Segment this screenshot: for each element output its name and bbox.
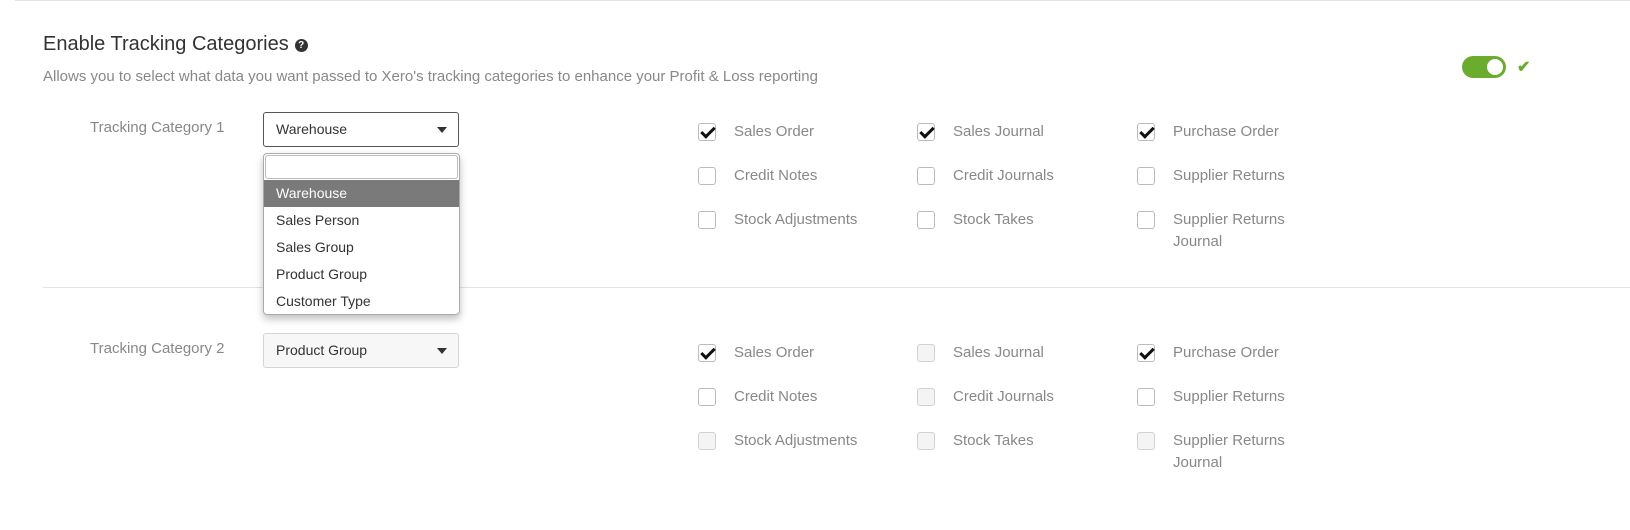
- checkbox-checked[interactable]: [917, 123, 935, 141]
- checkbox-label: Stock Adjustments: [734, 211, 858, 228]
- t1-purchase-order[interactable]: Purchase Order: [1137, 121, 1279, 143]
- checkbox[interactable]: [1137, 211, 1155, 229]
- t1-sales-journal[interactable]: Sales Journal: [917, 121, 1044, 143]
- t2-sales-journal[interactable]: Sales Journal: [917, 342, 1044, 364]
- top-divider: [15, 0, 1630, 1]
- checkbox[interactable]: [1137, 388, 1155, 406]
- t1-sales-order[interactable]: Sales Order: [698, 121, 814, 143]
- t1-stock-adjustments[interactable]: Stock Adjustments: [698, 209, 857, 231]
- checkbox-label: Supplier Returns Journal: [1173, 432, 1285, 471]
- checkbox-label: Sales Journal: [953, 123, 1044, 140]
- checkbox[interactable]: [698, 388, 716, 406]
- checkbox-disabled[interactable]: [1137, 432, 1155, 450]
- checkbox-disabled[interactable]: [917, 344, 935, 362]
- checkbox-disabled[interactable]: [917, 432, 935, 450]
- checkbox-label: Credit Journals: [953, 388, 1054, 405]
- t2-supplier-returns[interactable]: Supplier Returns: [1137, 386, 1285, 408]
- t1-credit-notes[interactable]: Credit Notes: [698, 165, 817, 187]
- t1-stock-takes[interactable]: Stock Takes: [917, 209, 1034, 231]
- dropdown-option-customer-type[interactable]: Customer Type: [264, 288, 459, 314]
- dropdown-search-input[interactable]: [265, 155, 458, 179]
- tracking-category-1-label: Tracking Category 1: [90, 119, 225, 136]
- checkbox-label: Sales Order: [734, 344, 815, 361]
- t2-credit-notes[interactable]: Credit Notes: [698, 386, 817, 408]
- tracking-category-2-label: Tracking Category 2: [90, 340, 225, 357]
- caret-down-icon: [437, 348, 447, 354]
- checkbox[interactable]: [698, 211, 716, 229]
- section-title-text: Enable Tracking Categories: [43, 33, 289, 55]
- checkbox[interactable]: [917, 167, 935, 185]
- dropdown-option-warehouse[interactable]: Warehouse: [264, 180, 459, 207]
- checkbox[interactable]: [698, 167, 716, 185]
- checkbox-disabled[interactable]: [917, 388, 935, 406]
- t2-stock-adjustments[interactable]: Stock Adjustments: [698, 430, 857, 452]
- tracking-category-1-value: Warehouse: [276, 121, 348, 137]
- tracking-category-1-select[interactable]: Warehouse: [263, 112, 459, 147]
- checkbox-checked[interactable]: [698, 344, 716, 362]
- checkbox[interactable]: [917, 211, 935, 229]
- t2-stock-takes[interactable]: Stock Takes: [917, 430, 1034, 452]
- checkbox-checked[interactable]: [698, 123, 716, 141]
- checkbox-label: Credit Notes: [734, 388, 818, 405]
- checkbox-label: Stock Adjustments: [734, 432, 858, 449]
- tracking-category-2-select[interactable]: Product Group: [263, 333, 459, 368]
- toggle-knob: [1487, 59, 1503, 75]
- checkbox-label: Credit Notes: [734, 167, 818, 184]
- checkbox-checked[interactable]: [1137, 123, 1155, 141]
- t2-sales-order[interactable]: Sales Order: [698, 342, 814, 364]
- caret-down-icon: [437, 127, 447, 133]
- checkbox-label: Stock Takes: [953, 432, 1034, 449]
- checkbox[interactable]: [1137, 167, 1155, 185]
- checkbox-label: Purchase Order: [1173, 344, 1279, 361]
- tracking-category-1-dropdown: Warehouse Sales Person Sales Group Produ…: [263, 153, 460, 315]
- t1-credit-journals[interactable]: Credit Journals: [917, 165, 1054, 187]
- tracking-category-2-value: Product Group: [276, 342, 368, 358]
- section-title: Enable Tracking Categories ?: [43, 33, 308, 56]
- dropdown-options-list: Warehouse Sales Person Sales Group Produ…: [264, 180, 459, 314]
- t1-supplier-returns-journal[interactable]: Supplier Returns Journal: [1137, 209, 1317, 253]
- checkbox-label: Stock Takes: [953, 211, 1034, 228]
- t2-credit-journals[interactable]: Credit Journals: [917, 386, 1054, 408]
- checkbox-checked[interactable]: [1137, 344, 1155, 362]
- t2-supplier-returns-journal[interactable]: Supplier Returns Journal: [1137, 430, 1317, 474]
- dropdown-option-sales-person[interactable]: Sales Person: [264, 207, 459, 234]
- t1-supplier-returns[interactable]: Supplier Returns: [1137, 165, 1285, 187]
- question-circle-icon[interactable]: ?: [294, 39, 308, 52]
- checkbox-label: Supplier Returns: [1173, 388, 1285, 405]
- t2-purchase-order[interactable]: Purchase Order: [1137, 342, 1279, 364]
- checkbox-label: Credit Journals: [953, 167, 1054, 184]
- checkbox-disabled[interactable]: [698, 432, 716, 450]
- section-description: Allows you to select what data you want …: [43, 68, 818, 85]
- checkbox-label: Supplier Returns: [1173, 167, 1285, 184]
- checkbox-label: Purchase Order: [1173, 123, 1279, 140]
- checkbox-label: Supplier Returns Journal: [1173, 211, 1285, 250]
- checkbox-label: Sales Journal: [953, 344, 1044, 361]
- enable-tracking-toggle[interactable]: [1462, 56, 1506, 78]
- dropdown-option-sales-group[interactable]: Sales Group: [264, 234, 459, 261]
- check-icon: ✔: [1517, 59, 1531, 76]
- dropdown-option-product-group[interactable]: Product Group: [264, 261, 459, 288]
- checkbox-label: Sales Order: [734, 123, 815, 140]
